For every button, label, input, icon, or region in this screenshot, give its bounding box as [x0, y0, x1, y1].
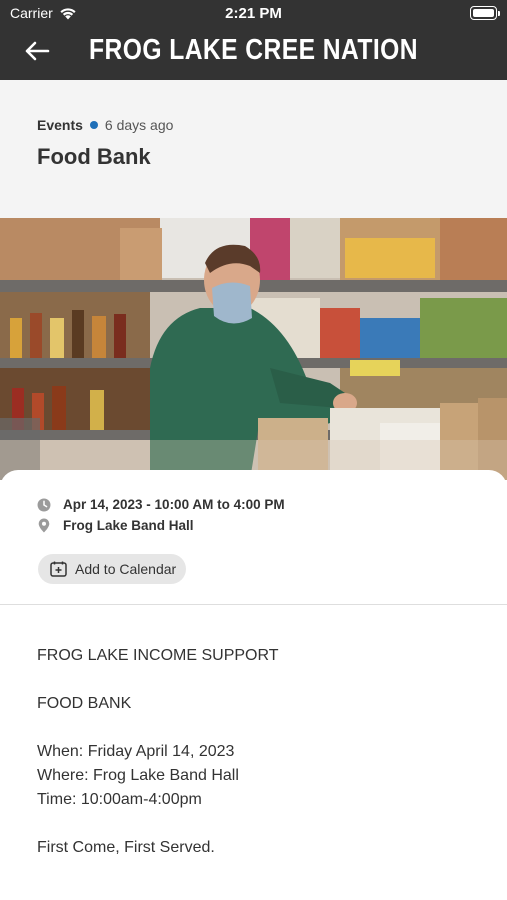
calendar-add-icon	[50, 561, 67, 577]
add-to-calendar-label: Add to Calendar	[75, 561, 177, 577]
event-details-card: Apr 14, 2023 - 10:00 AM to 4:00 PM Frog …	[0, 470, 507, 900]
description-line: Time: 10:00am-4:00pm	[37, 791, 202, 808]
post-category: Events	[37, 117, 83, 133]
back-button[interactable]	[20, 36, 54, 66]
event-location: Frog Lake Band Hall	[63, 518, 194, 533]
app-title: FROG LAKE CREE NATION	[89, 34, 418, 66]
divider	[0, 604, 507, 605]
description-line: When: Friday April 14, 2023	[37, 743, 235, 760]
add-to-calendar-button[interactable]: Add to Calendar	[38, 554, 187, 584]
post-age: 6 days ago	[104, 117, 174, 133]
food-bank-photo	[0, 218, 507, 480]
description-line: FOOD BANK	[37, 695, 132, 712]
event-location-row: Frog Lake Band Hall	[37, 518, 194, 533]
top-bar: Carrier 2:21 PM FROG LAKE CREE NATION	[0, 0, 507, 80]
status-bar: Carrier 2:21 PM	[0, 0, 507, 26]
status-time: 2:21 PM	[225, 5, 282, 22]
post-meta: Events 6 days ago	[37, 117, 173, 133]
clock-icon	[37, 498, 51, 512]
description-line: FROG LAKE INCOME SUPPORT	[37, 647, 279, 664]
event-datetime: Apr 14, 2023 - 10:00 AM to 4:00 PM	[63, 497, 285, 512]
event-datetime-row: Apr 14, 2023 - 10:00 AM to 4:00 PM	[37, 497, 285, 512]
event-description: FROG LAKE INCOME SUPPORT FOOD BANK When:…	[37, 644, 477, 860]
dot-separator	[89, 121, 98, 129]
battery-icon	[470, 6, 500, 20]
description-line: Where: Frog Lake Band Hall	[37, 767, 239, 784]
location-pin-icon	[37, 518, 51, 533]
arrow-left-icon	[25, 41, 50, 61]
post-header: Events 6 days ago Food Bank	[0, 80, 507, 218]
description-line: First Come, First Served.	[37, 839, 215, 856]
post-title: Food Bank	[37, 144, 151, 169]
hero-image	[0, 218, 507, 480]
